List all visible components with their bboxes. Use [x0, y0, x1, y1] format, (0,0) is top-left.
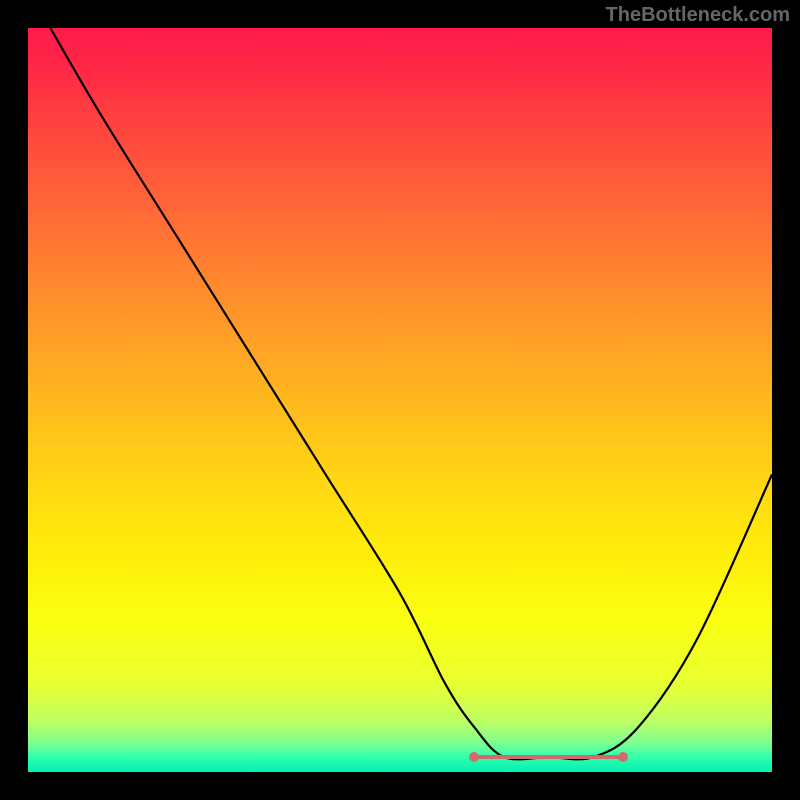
optimal-markers: [28, 28, 772, 772]
optimal-range-start-marker: [469, 752, 479, 762]
plot-area: [28, 28, 772, 772]
watermark-text: TheBottleneck.com: [606, 4, 790, 27]
optimal-range-bar: [474, 755, 623, 759]
optimal-range-end-marker: [618, 752, 628, 762]
